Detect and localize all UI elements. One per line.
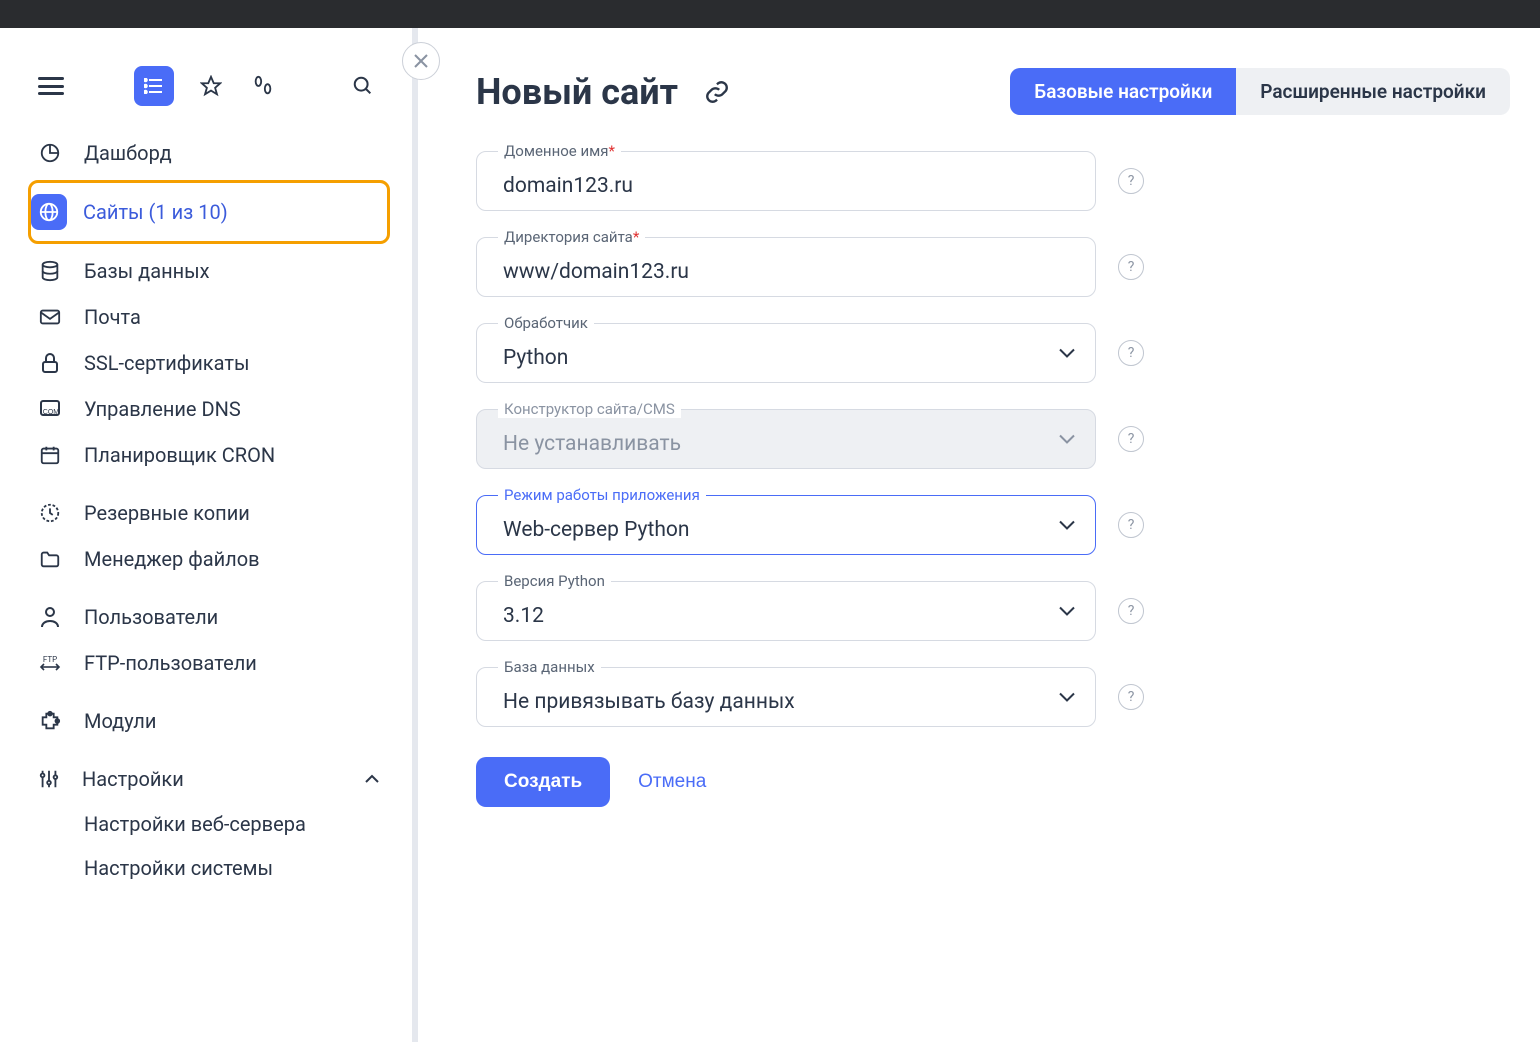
link-icon[interactable]: [704, 79, 730, 105]
star-icon[interactable]: [196, 71, 226, 101]
handler-label: Обработчик: [498, 314, 594, 332]
page-title: Новый сайт: [476, 71, 678, 113]
handler-field[interactable]: Обработчик Python: [476, 323, 1096, 383]
sidebar-label: Резервные копии: [84, 501, 250, 525]
appmode-label: Режим работы приложения: [498, 486, 706, 504]
help-icon[interactable]: ?: [1118, 512, 1144, 538]
pyversion-field[interactable]: Версия Python 3.12: [476, 581, 1096, 641]
tab-advanced[interactable]: Расширенные настройки: [1236, 68, 1510, 115]
sidebar-scrollbar[interactable]: [412, 28, 418, 1042]
sidebar-item-users[interactable]: Пользователи: [8, 594, 410, 640]
sidebar-sub-system[interactable]: Настройки системы: [8, 846, 410, 890]
cancel-button[interactable]: Отмена: [638, 771, 706, 793]
appmode-field[interactable]: Режим работы приложения Web-сервер Pytho…: [476, 495, 1096, 555]
directory-input[interactable]: [503, 260, 1045, 284]
sidebar-label: Базы данных: [84, 259, 210, 283]
mail-icon: [38, 305, 62, 329]
help-icon[interactable]: ?: [1118, 598, 1144, 624]
pyversion-value: 3.12: [503, 604, 544, 628]
piechart-icon: [38, 141, 62, 165]
sidebar-label: Настройки: [82, 767, 184, 791]
sidebar-item-sites[interactable]: Сайты (1 из 10): [31, 183, 387, 241]
help-icon[interactable]: ?: [1118, 340, 1144, 366]
sidebar-label: Менеджер файлов: [84, 547, 260, 571]
hamburger-menu-icon[interactable]: [38, 77, 64, 95]
lock-icon: [38, 351, 62, 375]
sidebar-item-settings[interactable]: Настройки: [8, 756, 410, 802]
domain-label: Доменное имя*: [498, 142, 621, 160]
database-label: База данных: [498, 658, 601, 676]
database-field[interactable]: База данных Не привязывать базу данных: [476, 667, 1096, 727]
handler-value: Python: [503, 346, 568, 370]
chevron-up-icon: [364, 774, 380, 784]
sidebar-item-databases[interactable]: Базы данных: [8, 248, 410, 294]
sidebar-label: Пользователи: [84, 605, 218, 629]
database-icon: [38, 259, 62, 283]
close-panel-icon[interactable]: [402, 42, 440, 80]
svg-text:FTP: FTP: [43, 655, 57, 664]
sidebar-item-ssl[interactable]: SSL-сертификаты: [8, 340, 410, 386]
database-value: Не привязывать базу данных: [503, 690, 795, 714]
sliders-icon: [38, 768, 60, 790]
help-icon[interactable]: ?: [1118, 684, 1144, 710]
globe-icon: [31, 194, 67, 230]
help-icon[interactable]: ?: [1118, 254, 1144, 280]
sidebar-label: SSL-сертификаты: [84, 351, 249, 375]
dns-icon: .COM: [38, 397, 62, 421]
tab-basic[interactable]: Базовые настройки: [1010, 68, 1236, 115]
sidebar-item-backups[interactable]: Резервные копии: [8, 490, 410, 536]
sidebar-label: Почта: [84, 305, 141, 329]
sidebar-label: FTP-пользователи: [84, 651, 257, 675]
create-button[interactable]: Создать: [476, 757, 610, 807]
search-icon[interactable]: [348, 71, 378, 101]
main-panel: Новый сайт Базовые настройки Расширенные…: [418, 28, 1540, 1042]
calendar-icon: [38, 443, 62, 467]
appmode-value: Web-сервер Python: [503, 518, 689, 542]
pyversion-label: Версия Python: [498, 572, 611, 590]
sidebar-item-dashboard[interactable]: Дашборд: [8, 130, 410, 176]
cms-label: Конструктор сайта/CMS: [498, 400, 681, 418]
restore-icon: [38, 501, 62, 525]
user-icon: [38, 605, 62, 629]
ftp-icon: FTP: [38, 651, 62, 675]
help-icon[interactable]: ?: [1118, 426, 1144, 452]
domain-field[interactable]: Доменное имя*: [476, 151, 1096, 211]
sidebar-label: Сайты (1 из 10): [83, 200, 228, 224]
sidebar-label: Дашборд: [84, 141, 172, 165]
sidebar-item-cron[interactable]: Планировщик CRON: [8, 432, 410, 478]
footsteps-icon[interactable]: [248, 71, 278, 101]
sidebar-item-dns[interactable]: .COM Управление DNS: [8, 386, 410, 432]
sidebar-item-ftp[interactable]: FTP FTP-пользователи: [8, 640, 410, 686]
list-view-icon[interactable]: [134, 66, 174, 106]
sidebar-sub-webserver[interactable]: Настройки веб-сервера: [8, 802, 410, 846]
folder-icon: [38, 547, 62, 571]
directory-field[interactable]: Директория сайта*: [476, 237, 1096, 297]
sidebar-label: Модули: [84, 709, 156, 733]
puzzle-icon: [38, 709, 62, 733]
svg-text:.COM: .COM: [41, 409, 59, 416]
sidebar-item-filemanager[interactable]: Менеджер файлов: [8, 536, 410, 582]
cms-field: Конструктор сайта/CMS Не устанавливать: [476, 409, 1096, 469]
directory-label: Директория сайта*: [498, 228, 645, 246]
sidebar: Дашборд Сайты (1 из 10) Базы данных Почт…: [0, 28, 418, 1042]
window-topbar: [0, 0, 1540, 28]
cms-value: Не устанавливать: [503, 432, 681, 456]
settings-tabs: Базовые настройки Расширенные настройки: [1010, 68, 1510, 115]
sidebar-label: Управление DNS: [84, 397, 241, 421]
domain-input[interactable]: [503, 174, 1045, 198]
sidebar-item-modules[interactable]: Модули: [8, 698, 410, 744]
sidebar-highlight-frame: Сайты (1 из 10): [28, 180, 390, 244]
sidebar-label: Планировщик CRON: [84, 443, 275, 467]
help-icon[interactable]: ?: [1118, 168, 1144, 194]
sidebar-item-mail[interactable]: Почта: [8, 294, 410, 340]
